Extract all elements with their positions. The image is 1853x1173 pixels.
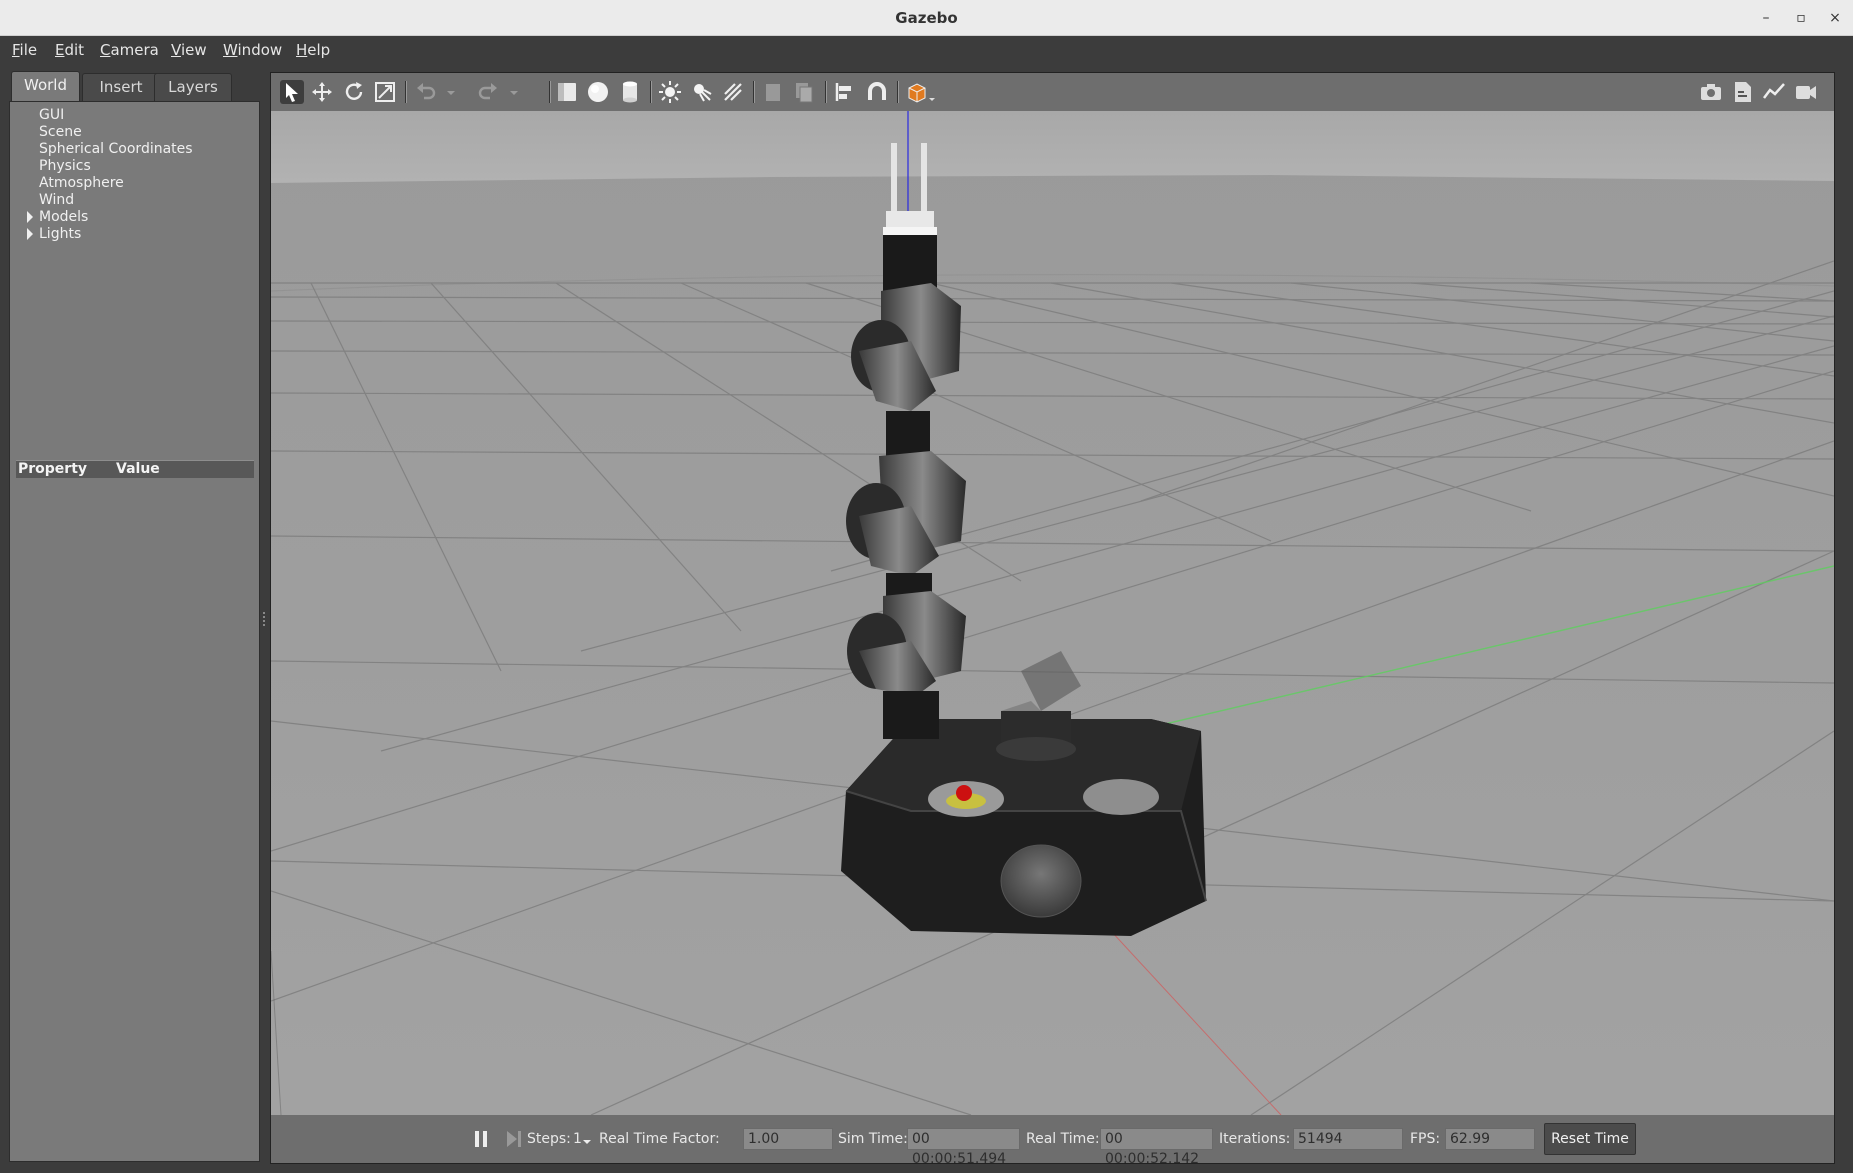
menu-camera[interactable]: Camera [100,41,159,59]
step-icon[interactable] [503,1128,523,1150]
directional-light-icon[interactable] [721,80,745,104]
tab-world[interactable]: World [11,71,80,102]
tree-item-physics[interactable]: Physics [39,158,91,174]
cylinder-icon[interactable] [618,80,642,104]
menu-view[interactable]: View [171,41,207,59]
robot-base[interactable] [841,711,1207,936]
property-column-header: Property [18,461,88,477]
iterations-field: 51494 [1293,1128,1403,1150]
video-record-icon[interactable] [1794,80,1818,104]
paste-icon[interactable] [792,80,816,104]
real-time-label: Real Time: [1026,1131,1100,1147]
expand-arrow-icon[interactable] [27,228,33,240]
real-time-factor-field: 1.00 [743,1128,833,1150]
real-time-factor-label: Real Time Factor: [599,1131,720,1147]
select-icon[interactable] [280,80,304,104]
tree-item-gui[interactable]: GUI [39,107,64,123]
box-icon[interactable] [555,80,579,104]
property-header: Property Value [16,460,254,478]
status-bar: Steps: 1 Real Time Factor: 1.00 Sim Time… [271,1115,1834,1167]
spot-light-icon[interactable] [690,80,714,104]
tree-item-models[interactable]: Models [39,209,88,225]
maximize-icon[interactable]: ▫ [1789,6,1813,30]
steps-label: Steps: [527,1131,571,1147]
expand-arrow-icon[interactable] [27,211,33,223]
steps-dropdown-icon[interactable] [581,1128,593,1150]
minimize-icon[interactable]: – [1754,6,1778,30]
sim-time-label: Sim Time: [838,1131,908,1147]
redo-dropdown-icon[interactable] [502,80,518,104]
reset-time-button[interactable]: Reset Time [1544,1123,1636,1155]
fps-field: 62.99 [1445,1128,1535,1150]
menu-file[interactable]: File [12,41,37,59]
tab-layers[interactable]: Layers [154,73,232,101]
fps-label: FPS: [1410,1131,1441,1147]
real-time-field: 00 00:00:52.142 [1100,1128,1213,1167]
redo-icon[interactable] [476,80,500,104]
close-icon[interactable]: × [1823,6,1847,30]
change-view-icon[interactable] [905,80,937,104]
sim-time-field: 00 00:00:51.494 [907,1128,1020,1167]
align-icon[interactable] [833,80,857,104]
plot-icon[interactable] [1762,80,1786,104]
menu-bar: File Edit Camera View Window Help [0,36,1853,66]
tree-item-spherical-coordinates[interactable]: Spherical Coordinates [39,141,193,157]
emergency-stop-button [956,785,972,801]
screenshot-icon[interactable] [1699,80,1723,104]
menu-edit[interactable]: Edit [55,41,84,59]
menu-help[interactable]: Help [296,41,330,59]
menu-window[interactable]: Window [223,41,282,59]
tree-item-lights[interactable]: Lights [39,226,81,242]
main-panel: Steps: 1 Real Time Factor: 1.00 Sim Time… [270,72,1835,1167]
rotate-icon[interactable] [342,80,366,104]
world-tree: GUI Scene Spherical Coordinates Physics … [9,101,260,1162]
tab-insert[interactable]: Insert [82,73,160,101]
tree-item-atmosphere[interactable]: Atmosphere [39,175,124,191]
point-light-icon[interactable] [658,80,682,104]
tree-item-wind[interactable]: Wind [39,192,74,208]
window-title: Gazebo [895,9,958,27]
panel-splitter[interactable] [263,612,265,626]
scale-icon[interactable] [373,80,397,104]
pause-icon[interactable] [471,1128,491,1150]
sphere-icon[interactable] [586,80,610,104]
undo-icon[interactable] [414,80,438,104]
scene-render[interactable] [271,111,1834,1115]
copy-icon[interactable] [761,80,785,104]
log-icon[interactable] [1731,80,1755,104]
translate-icon[interactable] [310,80,334,104]
iterations-label: Iterations: [1219,1131,1291,1147]
tree-item-scene[interactable]: Scene [39,124,82,140]
snap-icon[interactable] [865,80,889,104]
toolbar [271,73,1834,111]
title-bar: Gazebo – ▫ × [0,0,1853,36]
undo-dropdown-icon[interactable] [439,80,455,104]
value-column-header: Value [116,461,160,477]
left-panel: World Insert Layers GUI Scene Spherical … [9,70,260,1162]
3d-viewport[interactable] [271,111,1834,1115]
